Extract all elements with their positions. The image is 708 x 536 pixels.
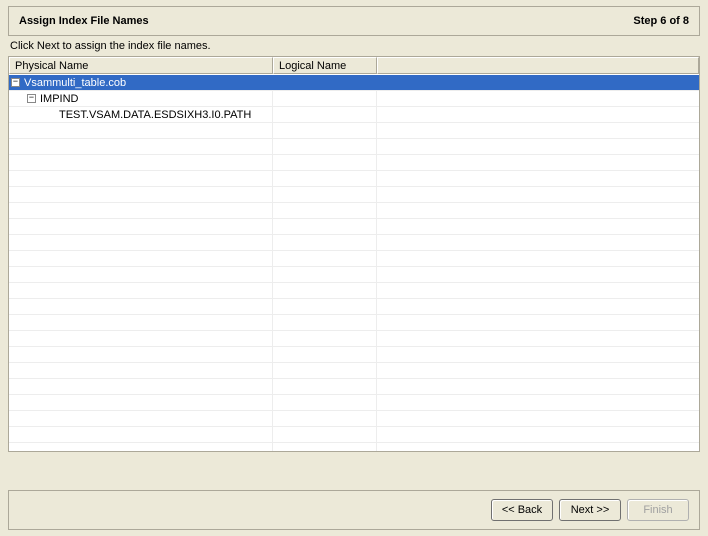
table-row[interactable]: −Vsammulti_table.cob	[9, 75, 699, 91]
tree-node-label: IMPIND	[40, 93, 79, 105]
table-row	[9, 171, 699, 187]
tree-expander-icon[interactable]: −	[27, 94, 36, 103]
table-row	[9, 283, 699, 299]
table-row	[9, 363, 699, 379]
cell-rest	[377, 91, 699, 106]
instruction-text: Click Next to assign the index file name…	[10, 40, 698, 52]
table-row	[9, 203, 699, 219]
header-panel: Assign Index File Names Step 6 of 8	[8, 6, 700, 36]
page-title: Assign Index File Names	[19, 15, 149, 27]
wizard-window: Assign Index File Names Step 6 of 8 Clic…	[0, 6, 708, 536]
tree-expander-icon[interactable]: −	[11, 78, 20, 87]
table-row	[9, 379, 699, 395]
cell-rest	[377, 107, 699, 122]
cell-logical	[273, 91, 377, 106]
table-body: −Vsammulti_table.cob−IMPINDTEST.VSAM.DAT…	[9, 75, 699, 451]
table-row	[9, 427, 699, 443]
cell-physical: −Vsammulti_table.cob	[9, 75, 273, 90]
table-row	[9, 155, 699, 171]
cell-logical	[273, 75, 377, 90]
footer-panel: << Back Next >> Finish	[8, 490, 700, 530]
table-row	[9, 267, 699, 283]
table-row	[9, 139, 699, 155]
table-row	[9, 411, 699, 427]
table-row	[9, 443, 699, 451]
table-header: Physical Name Logical Name	[9, 57, 699, 75]
table-row	[9, 187, 699, 203]
table-row	[9, 235, 699, 251]
table-row	[9, 299, 699, 315]
table-row	[9, 347, 699, 363]
column-header-logical[interactable]: Logical Name	[273, 57, 377, 74]
step-indicator: Step 6 of 8	[633, 15, 689, 27]
table-row	[9, 315, 699, 331]
table-row[interactable]: −IMPIND	[9, 91, 699, 107]
table-row	[9, 123, 699, 139]
index-file-table[interactable]: Physical Name Logical Name −Vsammulti_ta…	[8, 56, 700, 452]
column-header-physical[interactable]: Physical Name	[9, 57, 273, 74]
table-row	[9, 251, 699, 267]
back-button[interactable]: << Back	[491, 499, 553, 521]
cell-physical: TEST.VSAM.DATA.ESDSIXH3.I0.PATH	[9, 107, 273, 122]
column-header-empty	[377, 57, 699, 74]
cell-logical	[273, 107, 377, 122]
table-row	[9, 395, 699, 411]
table-row	[9, 331, 699, 347]
table-row	[9, 219, 699, 235]
next-button[interactable]: Next >>	[559, 499, 621, 521]
tree-node-label: Vsammulti_table.cob	[24, 77, 126, 89]
table-row[interactable]: TEST.VSAM.DATA.ESDSIXH3.I0.PATH	[9, 107, 699, 123]
cell-rest	[377, 75, 699, 90]
cell-physical: −IMPIND	[9, 91, 273, 106]
tree-node-label: TEST.VSAM.DATA.ESDSIXH3.I0.PATH	[59, 109, 251, 121]
finish-button[interactable]: Finish	[627, 499, 689, 521]
